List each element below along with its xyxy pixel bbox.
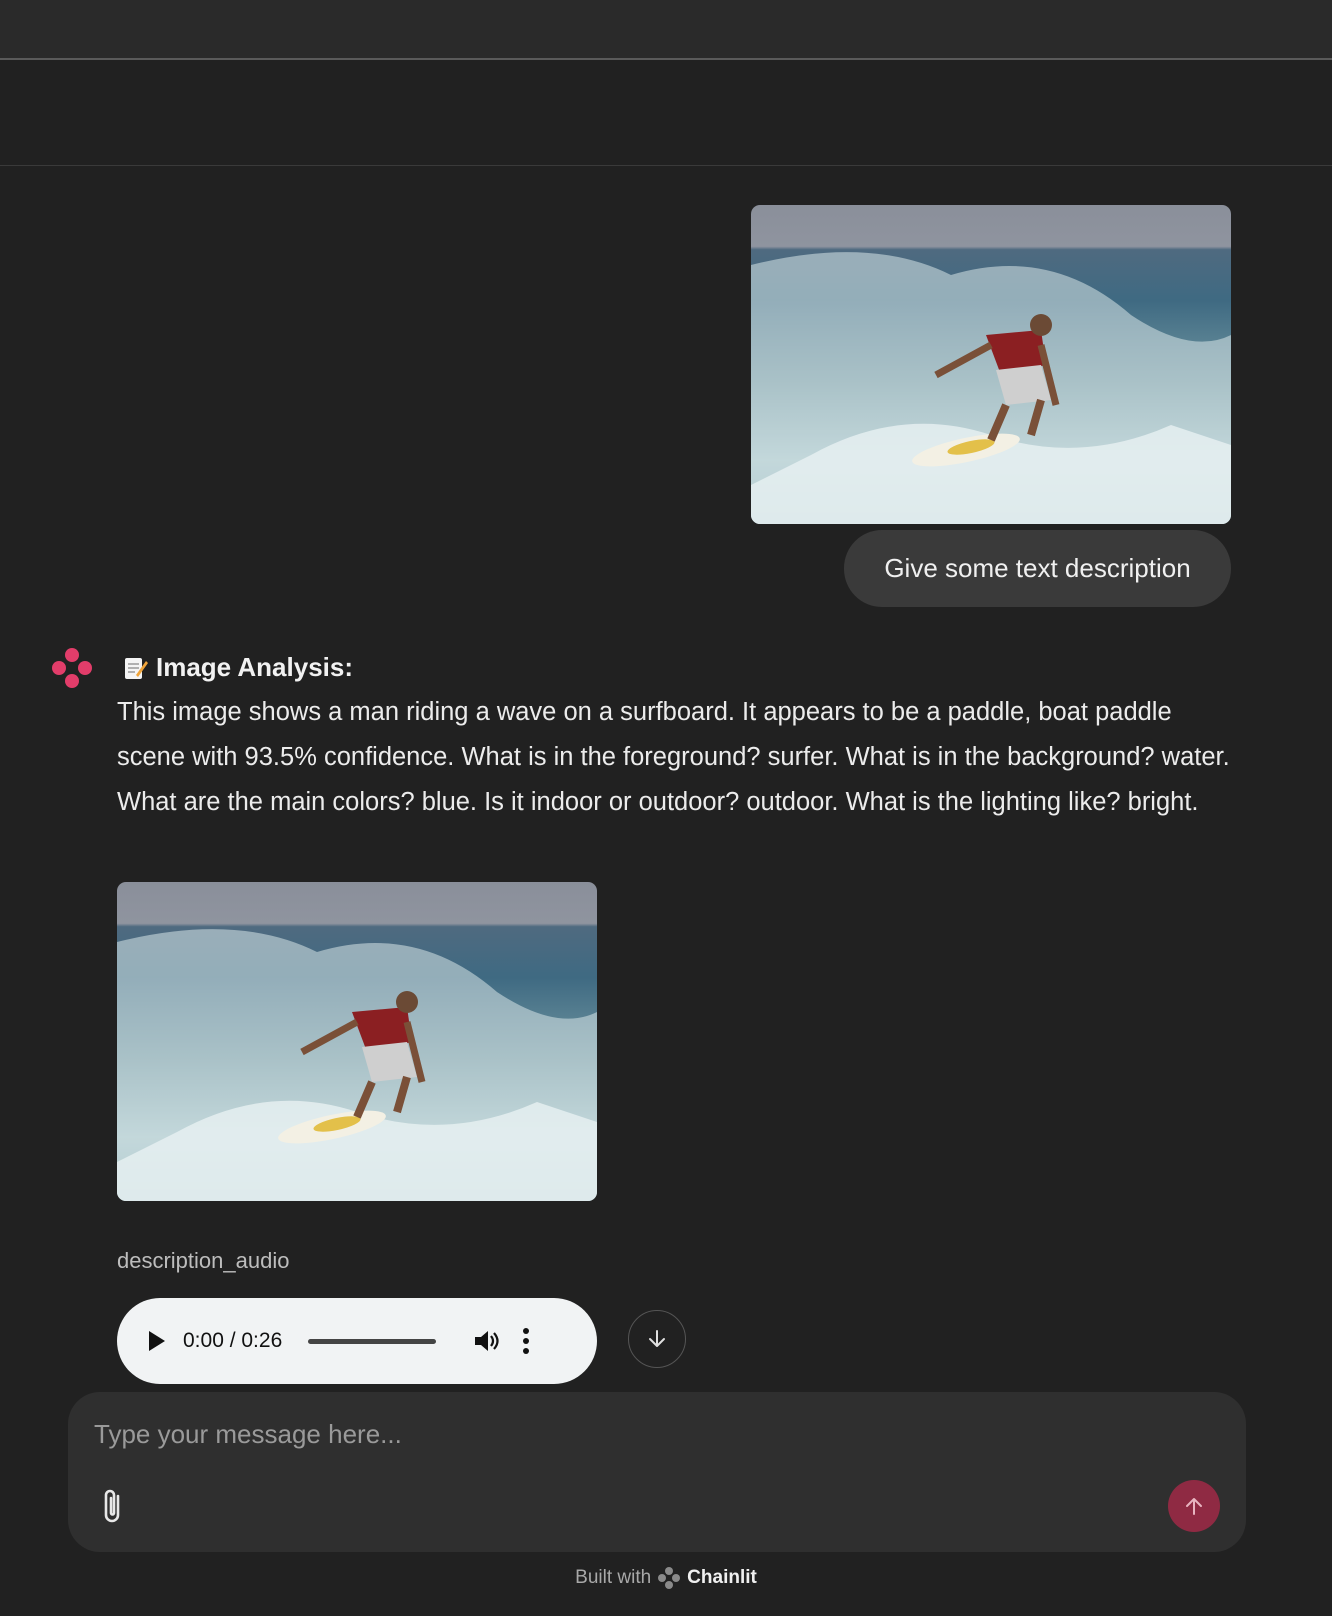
more-options-icon[interactable]: [522, 1328, 530, 1354]
arrow-down-icon: [649, 1330, 665, 1347]
surfer-image-graphic: [751, 252, 1231, 524]
surfer-image-graphic: [117, 929, 597, 1201]
footer: Built with Chainlit: [0, 1566, 1332, 1590]
chat-header: [0, 66, 1332, 166]
analysis-description: This image shows a man riding a wave on …: [117, 698, 1230, 816]
analysis-title-text: Image Analysis:: [156, 652, 354, 682]
user-message-text: Give some text description: [884, 553, 1191, 583]
chainlit-avatar-icon: [52, 648, 92, 688]
audio-player[interactable]: 0:00 / 0:26: [117, 1298, 597, 1384]
built-with-text: Built with: [575, 1567, 652, 1588]
audio-time: 0:00 / 0:26: [183, 1329, 283, 1352]
chainlit-brand[interactable]: Chainlit: [687, 1567, 757, 1589]
assistant-image[interactable]: [117, 882, 597, 1201]
chainlit-logo-icon: [658, 1567, 681, 1589]
message-input[interactable]: [94, 1414, 1194, 1454]
analysis-title: Image Analysis:: [122, 652, 353, 683]
paperclip-icon[interactable]: [98, 1486, 128, 1526]
arrow-up-icon: [1186, 1498, 1202, 1515]
user-uploaded-image[interactable]: [751, 205, 1231, 524]
top-bar: [0, 0, 1332, 60]
play-icon[interactable]: [149, 1331, 165, 1351]
audio-progress-bar[interactable]: [308, 1338, 437, 1344]
scroll-to-bottom-button[interactable]: [628, 1310, 686, 1368]
memo-icon: [125, 657, 148, 679]
volume-icon[interactable]: [472, 1327, 500, 1355]
user-message-bubble: Give some text description: [844, 530, 1231, 607]
message-composer: [68, 1392, 1246, 1552]
audio-label: description_audio: [117, 1248, 290, 1273]
send-button[interactable]: [1168, 1480, 1220, 1532]
